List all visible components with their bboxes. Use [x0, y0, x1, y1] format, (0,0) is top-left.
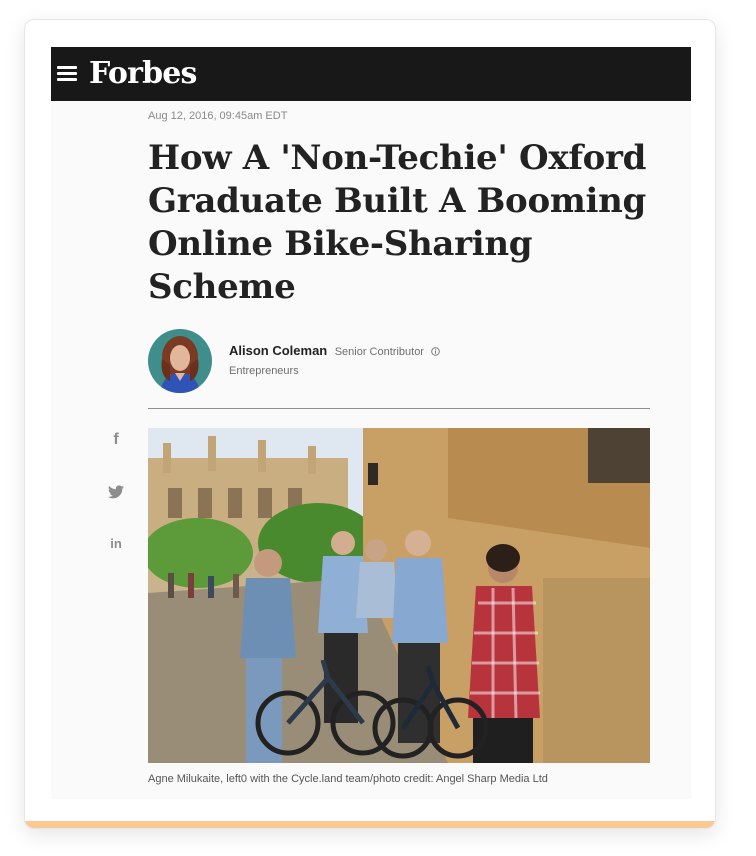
info-icon[interactable] — [431, 344, 441, 356]
publish-date: Aug 12, 2016, 09:45am EDT — [148, 110, 288, 122]
card-accent-bar — [25, 821, 715, 828]
author-byline: Alison Coleman Senior Contributor Entrep… — [229, 343, 441, 377]
article-headline: How A 'Non-Techie' Oxford Graduate Built… — [148, 138, 647, 307]
author-name[interactable]: Alison Coleman — [229, 343, 327, 358]
article-page: Forbes Aug 12, 2016, 09:45am EDT How A '… — [51, 47, 691, 799]
hamburger-menu-icon[interactable] — [57, 64, 77, 82]
facebook-icon[interactable]: f — [108, 432, 124, 448]
linkedin-icon[interactable]: in — [108, 536, 124, 552]
forbes-logo[interactable]: Forbes — [89, 51, 197, 97]
author-section[interactable]: Entrepreneurs — [229, 365, 440, 377]
photo-caption: Agne Milukaite, left0 with the Cycle.lan… — [148, 773, 548, 785]
author-role: Senior Contributor — [334, 346, 424, 358]
twitter-icon[interactable] — [108, 485, 124, 501]
byline-divider — [148, 408, 650, 409]
author-avatar[interactable] — [148, 329, 212, 393]
forbes-header-bar: Forbes — [51, 47, 691, 101]
article-hero-photo — [148, 428, 650, 763]
article-card: Forbes Aug 12, 2016, 09:45am EDT How A '… — [24, 19, 716, 829]
